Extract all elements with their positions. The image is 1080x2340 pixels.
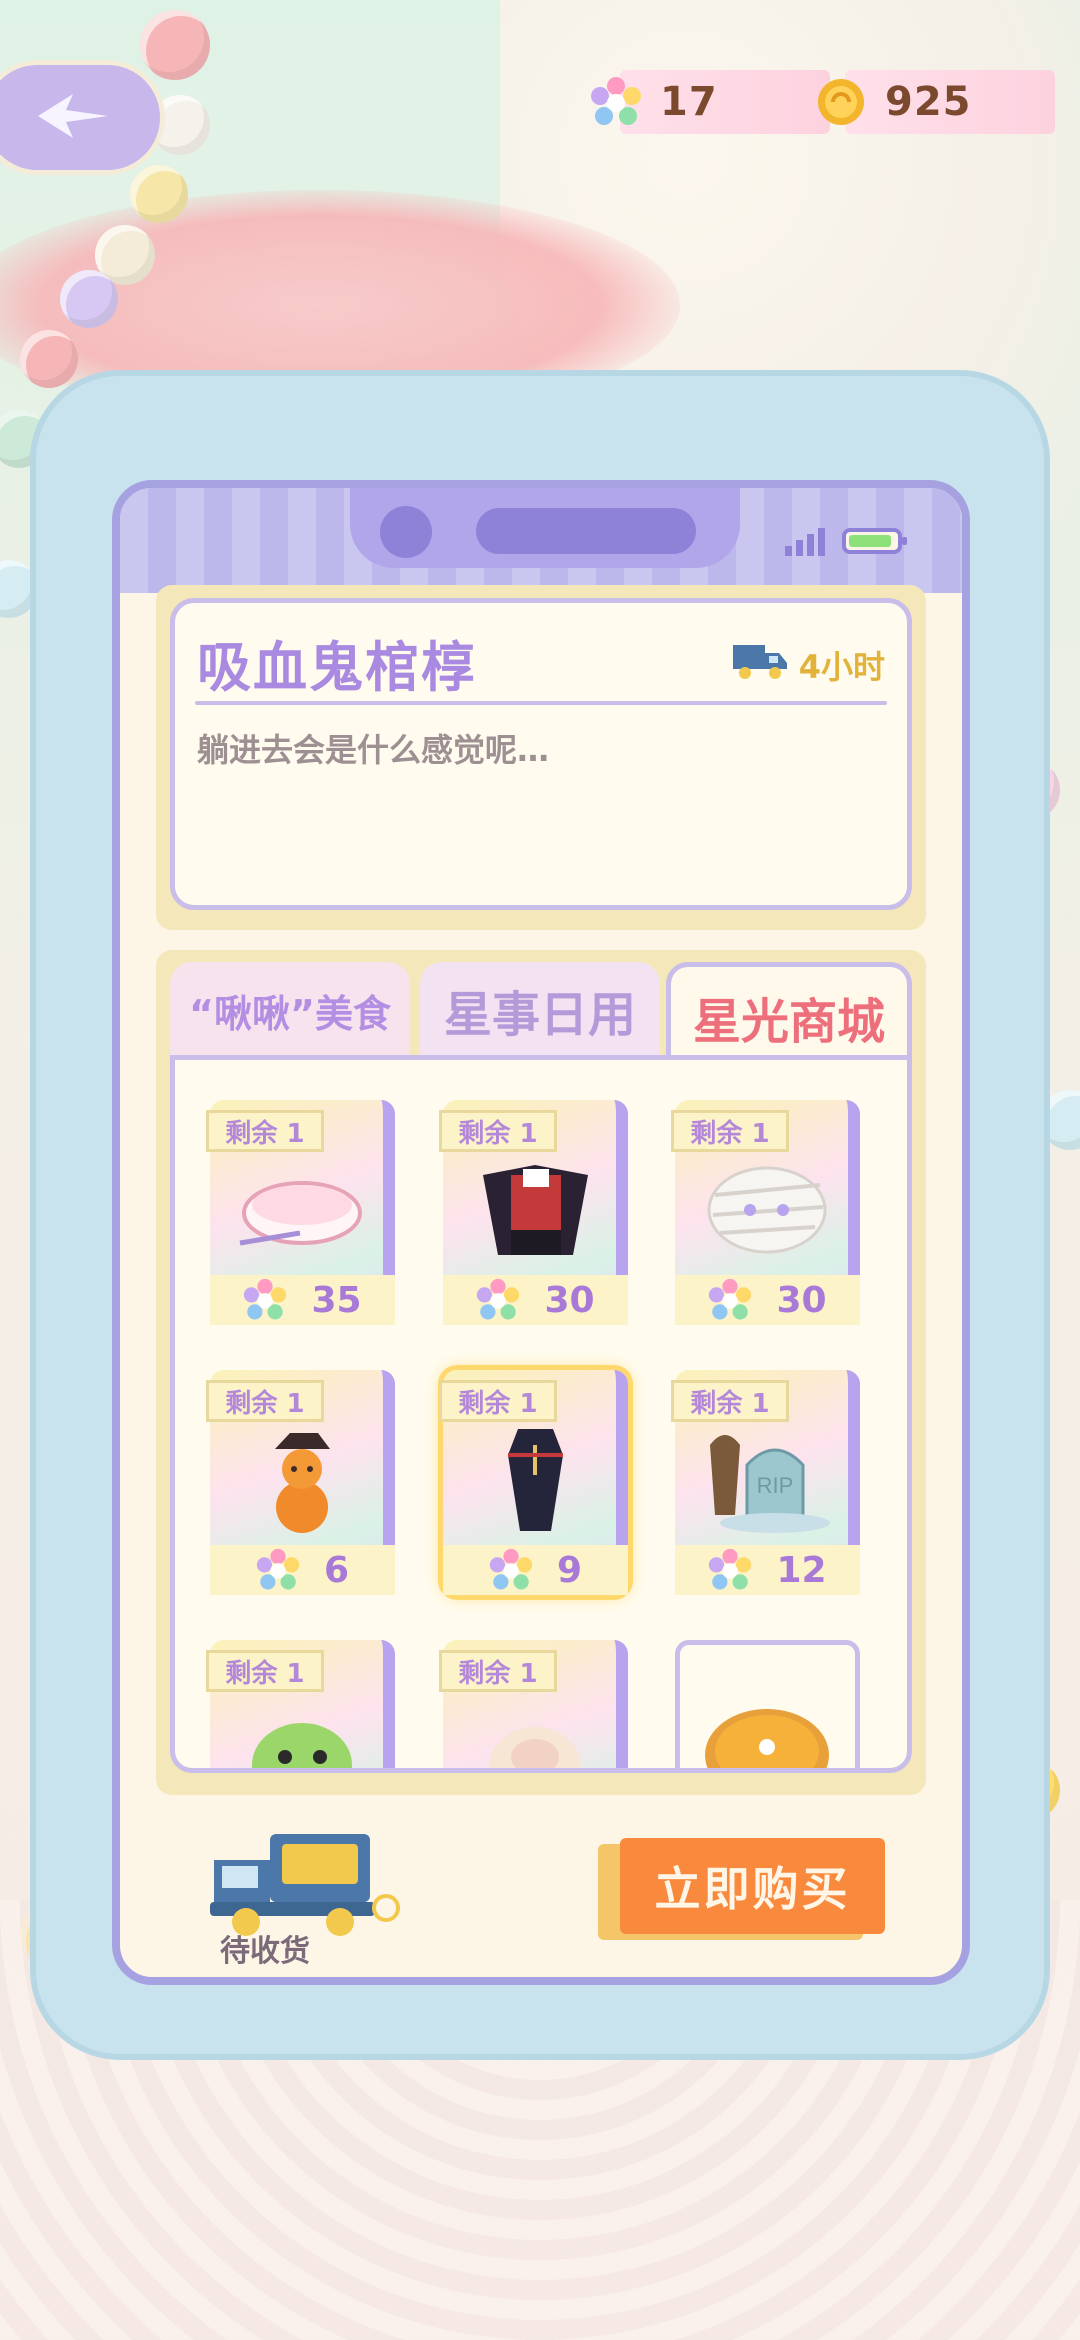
tab-food[interactable]: “啾啾”美食 <box>170 962 410 1058</box>
delivery-time: 4小时 <box>731 641 885 689</box>
tab-starlight-mall[interactable]: 星光商城 <box>666 962 912 1066</box>
back-button[interactable] <box>0 60 165 175</box>
stock-label: 剩余 1 <box>439 1380 557 1422</box>
stock-label: 剩余 1 <box>206 1110 324 1152</box>
price-tag: 35 <box>210 1275 395 1325</box>
bead <box>140 10 210 80</box>
price-value: 6 <box>323 1549 350 1591</box>
product-card[interactable]: 剩余 1 <box>439 1640 628 1768</box>
price-tag: 30 <box>443 1275 628 1325</box>
product-card[interactable]: 剩余 1 <box>206 1640 395 1768</box>
tab-daily-goods[interactable]: 星事日用 <box>420 962 660 1058</box>
signal-icon <box>785 526 829 560</box>
rainbow-star-icon <box>256 1548 300 1592</box>
price-value: 30 <box>544 1279 595 1321</box>
camera-icon <box>380 506 432 558</box>
price-tag: 30 <box>675 1275 860 1325</box>
product-grid: 剩余 1 35 剩余 1 30 剩余 1 30 剩余 1 6 剩余 1 9 剩余… <box>170 1055 912 1773</box>
stock-label: 剩余 1 <box>439 1110 557 1152</box>
star-currency-display: 17 <box>591 70 830 134</box>
stock-label: 剩余 1 <box>206 1650 324 1692</box>
product-card[interactable]: 剩余 1 30 <box>439 1100 628 1325</box>
product-card-selected[interactable]: 剩余 1 9 <box>439 1370 628 1595</box>
bottom-action-bar: 待收货 立即购买 <box>120 1800 962 1975</box>
rainbow-star-icon <box>708 1548 752 1592</box>
price-value: 35 <box>311 1279 362 1321</box>
product-card[interactable]: 剩余 1 RIP 12 <box>671 1370 860 1595</box>
star-count: 17 <box>660 79 718 125</box>
tombstone-icon: RIP <box>695 1425 840 1535</box>
product-card[interactable]: 剩余 1 35 <box>206 1100 395 1325</box>
rainbow-star-icon <box>243 1278 287 1322</box>
item-description: 躺进去会是什么感觉呢… <box>197 731 550 769</box>
phone-status-bar <box>120 488 962 593</box>
gold-coin-icon <box>815 76 867 128</box>
product-card[interactable]: 剩余 1 6 <box>206 1370 395 1595</box>
item-title: 吸血鬼棺椁 <box>197 636 477 699</box>
product-card[interactable] <box>675 1640 860 1768</box>
delivery-truck-icon <box>731 641 789 689</box>
mummy-bandage-icon <box>695 1155 840 1265</box>
buy-now-button[interactable]: 立即购买 <box>620 1838 885 1934</box>
coin-currency-display: 925 <box>818 70 1055 134</box>
product-card[interactable]: 剩余 1 30 <box>671 1100 860 1325</box>
speaker-grille <box>476 508 696 554</box>
frog-plush-icon <box>230 1695 375 1768</box>
coffin-icon <box>463 1425 608 1535</box>
vampire-outfit-icon <box>463 1155 608 1265</box>
rainbow-star-icon <box>708 1278 752 1322</box>
bead <box>60 270 118 328</box>
price-value: 12 <box>776 1549 827 1591</box>
stock-label: 剩余 1 <box>439 1650 557 1692</box>
rainbow-star-icon <box>590 76 642 128</box>
title-divider <box>195 701 887 705</box>
price-value: 9 <box>556 1549 583 1591</box>
pending-delivery-label: 待收货 <box>220 1934 310 1969</box>
coin-count: 925 <box>885 79 972 125</box>
stock-label: 剩余 1 <box>671 1110 789 1152</box>
bead <box>20 330 78 388</box>
price-tag: 12 <box>675 1545 860 1595</box>
bead <box>130 165 188 223</box>
sheep-plush-icon <box>463 1695 608 1768</box>
item-info-card: 吸血鬼棺椁 4小时 躺进去会是什么感觉呢… <box>170 598 912 910</box>
shop-tabs: “啾啾”美食 星事日用 星光商城 <box>170 962 912 1066</box>
price-tag: 6 <box>210 1545 395 1595</box>
rainbow-star-icon <box>476 1278 520 1322</box>
robot-vacuum-icon <box>230 1155 375 1265</box>
pumpkin-snowman-icon <box>230 1425 375 1535</box>
tombstone-label: RIP <box>757 1473 794 1498</box>
back-arrow-icon <box>28 86 118 150</box>
rainbow-star-icon <box>489 1548 533 1592</box>
price-value: 30 <box>776 1279 827 1321</box>
stock-label: 剩余 1 <box>671 1380 789 1422</box>
price-tag: 9 <box>443 1545 628 1595</box>
battery-icon <box>842 528 907 554</box>
orange-pie-icon <box>695 1685 840 1768</box>
delivery-time-text: 4小时 <box>798 648 885 686</box>
stock-label: 剩余 1 <box>206 1380 324 1422</box>
